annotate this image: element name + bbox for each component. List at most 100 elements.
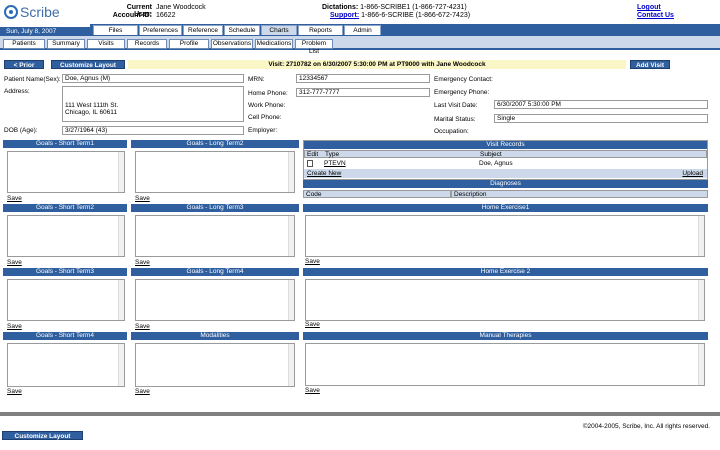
scrollbar[interactable] — [118, 344, 124, 386]
tab-charts[interactable]: Charts — [261, 25, 297, 35]
last-visit-field: 6/30/2007 5:30:00 PM — [494, 100, 708, 109]
save-link[interactable]: Save — [135, 388, 150, 395]
dob-field: 3/27/1964 (43) — [62, 126, 244, 135]
tab-files[interactable]: Files — [93, 25, 138, 35]
scrollbar[interactable] — [118, 152, 124, 192]
col-subject: Subject — [480, 151, 502, 158]
goals-short-term4-panel: Goals - Short Term4 Save — [3, 332, 127, 396]
save-link[interactable]: Save — [7, 259, 22, 266]
scrollbar[interactable] — [118, 216, 124, 256]
marital-status-field: Single — [494, 114, 708, 123]
upload-link[interactable]: Upload — [682, 169, 703, 178]
panel-header: Goals - Long Term4 — [131, 268, 299, 276]
mrn-field: 12334567 — [296, 74, 430, 83]
tab-admin[interactable]: Admin — [344, 25, 381, 35]
employer-label: Employer: — [248, 127, 278, 134]
save-link[interactable]: Save — [135, 195, 150, 202]
tab-profile[interactable]: Profile — [169, 39, 209, 49]
scrollbar[interactable] — [288, 344, 294, 386]
emergency-contact-label: Emergency Contact: — [434, 76, 493, 83]
home-exercise1-textarea[interactable] — [305, 215, 705, 257]
goals-long-term2-panel: Goals - Long Term2 Save — [131, 140, 299, 202]
tab-medications[interactable]: Medications — [255, 39, 293, 49]
tab-visits[interactable]: Visits — [87, 39, 125, 49]
panel-header: Diagnoses — [303, 180, 708, 188]
patient-name-field: Doe, Agnus (M) — [62, 74, 244, 83]
scrollbar[interactable] — [118, 280, 124, 320]
manual-therapies-textarea[interactable] — [305, 343, 705, 386]
save-link[interactable]: Save — [7, 323, 22, 330]
panel-header: Manual Therapies — [303, 332, 708, 340]
prior-button[interactable]: < Prior — [4, 60, 44, 69]
scrollbar[interactable] — [698, 216, 704, 256]
row-type-link[interactable]: PTEVN — [324, 159, 346, 168]
goals-long-term3-textarea[interactable] — [135, 215, 295, 257]
copyright: ©2004-2005, Scribe, Inc. All rights rese… — [582, 423, 710, 430]
scrollbar[interactable] — [288, 152, 294, 192]
goals-short-term1-panel: Goals - Short Term1 Save — [3, 140, 127, 202]
save-link[interactable]: Save — [135, 323, 150, 330]
edit-icon[interactable] — [307, 160, 313, 167]
footer-customize-layout-button[interactable]: Customize Layout — [2, 431, 83, 440]
manual-therapies-panel: Manual Therapies Save — [303, 332, 708, 396]
emergency-phone-label: Emergency Phone: — [434, 89, 490, 96]
save-link[interactable]: Save — [7, 195, 22, 202]
tab-records[interactable]: Records — [127, 39, 167, 49]
home-exercise2-panel: Home Exercise 2 Save — [303, 268, 708, 330]
goals-short-term3-panel: Goals - Short Term3 Save — [3, 268, 127, 330]
goals-long-term4-textarea[interactable] — [135, 279, 295, 321]
row-subject: Doe, Agnus — [479, 160, 513, 167]
home-phone-label: Home Phone: — [248, 90, 288, 97]
dob-label: DOB (Age): — [4, 127, 38, 134]
scrollbar[interactable] — [698, 280, 704, 320]
tab-patients[interactable]: Patients — [3, 39, 45, 49]
col-code: Code — [306, 191, 322, 198]
visit-info-bar: Visit: 2710782 on 6/30/2007 5:30:00 PM a… — [128, 60, 626, 69]
diagnoses-col-description: Description — [451, 190, 708, 198]
home-exercise1-panel: Home Exercise1 Save — [303, 204, 708, 266]
scrollbar[interactable] — [698, 344, 704, 385]
contact-us-link[interactable]: Contact Us — [637, 12, 674, 19]
patient-name-label: Patient Name(Sex): — [4, 76, 61, 83]
save-link[interactable]: Save — [7, 388, 22, 395]
goals-short-term2-textarea[interactable] — [7, 215, 125, 257]
scrollbar[interactable] — [288, 216, 294, 256]
modalities-textarea[interactable] — [135, 343, 295, 387]
save-link[interactable]: Save — [305, 321, 320, 328]
last-visit-label: Last Visit Date: — [434, 102, 478, 109]
customize-layout-button[interactable]: Customize Layout — [51, 60, 125, 69]
scrollbar[interactable] — [288, 280, 294, 320]
marital-status-label: Marital Status: — [434, 116, 476, 123]
save-link[interactable]: Save — [135, 259, 150, 266]
col-type: Type — [325, 151, 340, 158]
create-new-link[interactable]: Create New — [307, 169, 341, 178]
goals-long-term2-textarea[interactable] — [135, 151, 295, 193]
save-link[interactable]: Save — [305, 258, 320, 265]
tab-observations[interactable]: Observations — [211, 39, 253, 49]
goals-short-term3-textarea[interactable] — [7, 279, 125, 321]
tab-reference[interactable]: Reference — [183, 25, 223, 35]
goals-short-term1-textarea[interactable] — [7, 151, 125, 193]
diagnoses-col-code: Code — [303, 190, 451, 198]
tab-problem-list[interactable]: Problem List — [295, 39, 333, 55]
current-user-value: Jane Woodcock — [156, 4, 206, 11]
logout-link[interactable]: Logout — [637, 4, 661, 11]
save-link[interactable]: Save — [305, 387, 320, 394]
add-visit-button[interactable]: Add Visit — [630, 60, 670, 69]
home-exercise2-textarea[interactable] — [305, 279, 705, 321]
tab-reports[interactable]: Reports — [298, 25, 343, 35]
diagnoses-panel: Diagnoses Code Description — [303, 180, 708, 204]
work-phone-label: Work Phone: — [248, 102, 286, 109]
support-link[interactable]: Support: — [330, 12, 359, 19]
panel-header: Modalities — [131, 332, 299, 340]
goals-long-term3-panel: Goals - Long Term3 Save — [131, 204, 299, 266]
dictations-label: Dictations: — [322, 4, 359, 11]
address-line1: 111 West 111th St. — [65, 102, 119, 109]
goals-short-term4-textarea[interactable] — [7, 343, 125, 387]
modalities-panel: Modalities Save — [131, 332, 299, 396]
tab-schedule[interactable]: Schedule — [224, 25, 260, 35]
logo-mark-icon — [4, 5, 18, 19]
tab-preferences[interactable]: Preferences — [139, 25, 182, 35]
tab-summary[interactable]: Summary — [47, 39, 85, 49]
occupation-label: Occupation: — [434, 128, 469, 135]
